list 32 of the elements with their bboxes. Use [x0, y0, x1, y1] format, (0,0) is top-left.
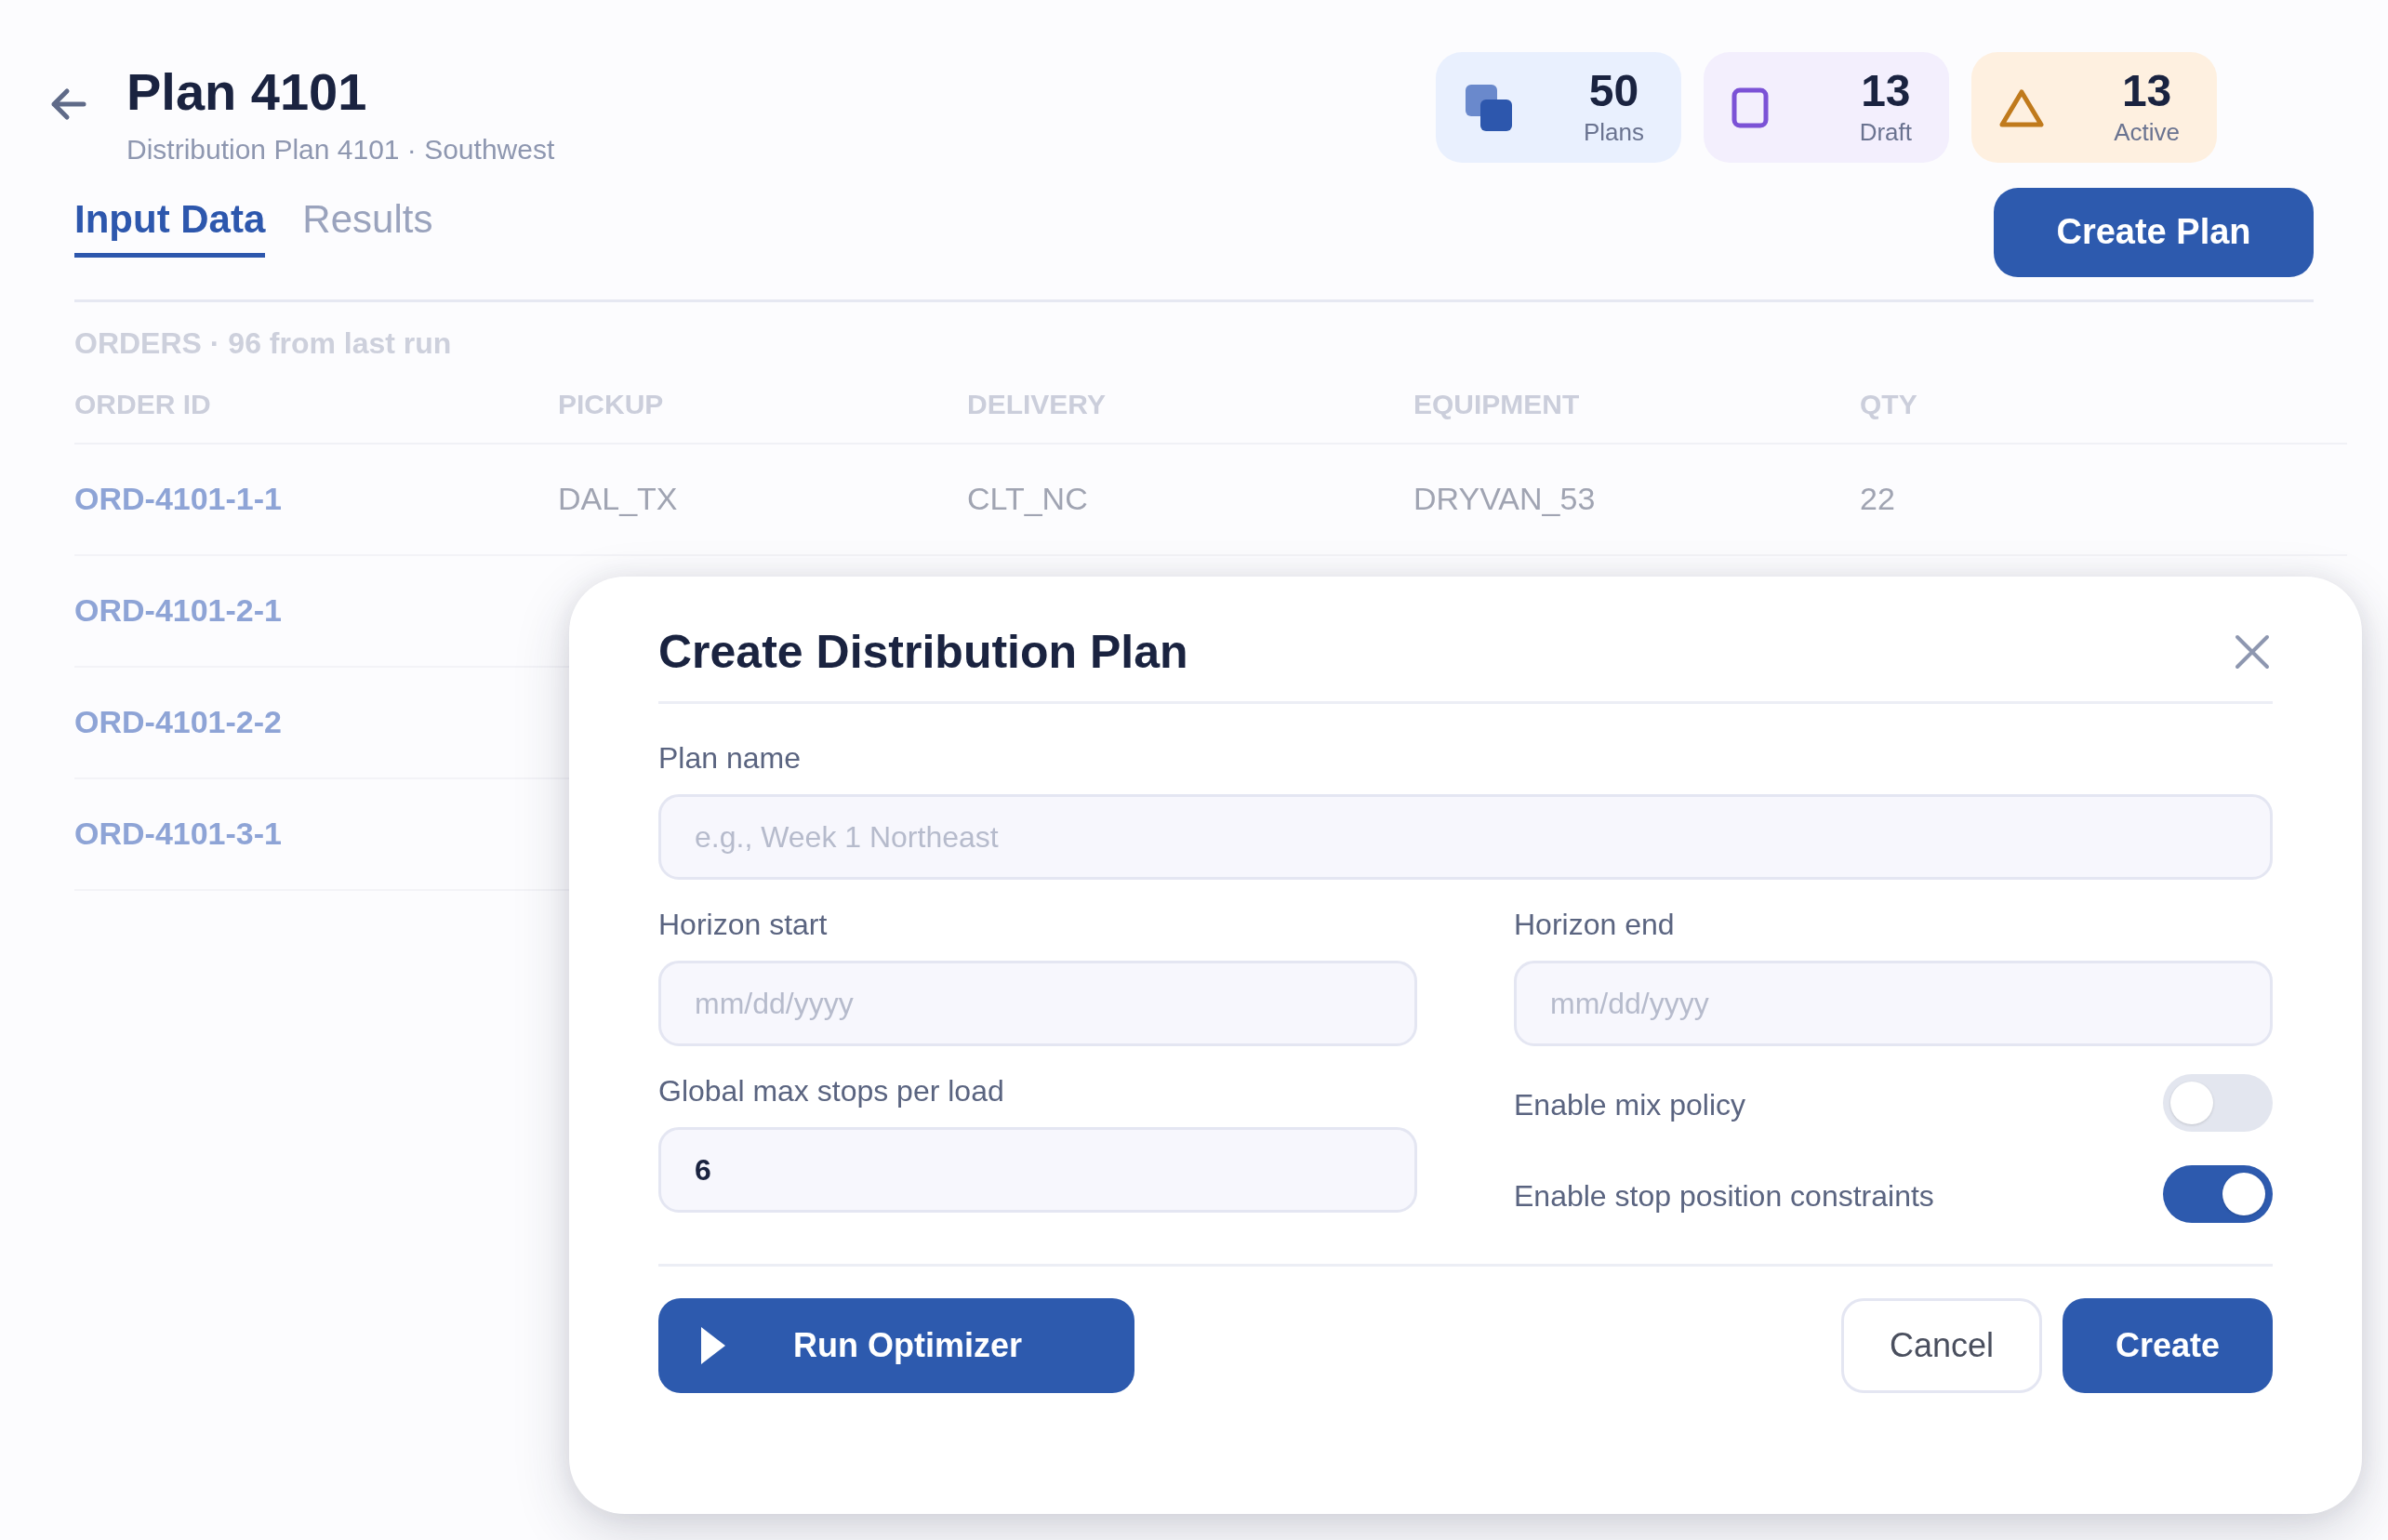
- table-cell: CLT_NC: [967, 481, 1088, 518]
- stat-label: Draft: [1859, 118, 1912, 148]
- field-label: Global max stops per load: [658, 1074, 1005, 1109]
- toggle-label: Enable stop position constraints: [1514, 1178, 1934, 1214]
- dialog-title: Create Distribution Plan: [658, 625, 1188, 679]
- input-field[interactable]: mm/dd/yyyy: [658, 961, 1417, 1046]
- stat-label: Plans: [1583, 118, 1644, 148]
- input-field[interactable]: 6: [658, 1127, 1417, 1213]
- table-cell: 22: [1860, 481, 1895, 518]
- field-label: Horizon end: [1514, 908, 1676, 942]
- input-field[interactable]: mm/dd/yyyy: [1514, 961, 2273, 1046]
- field-label: Horizon start: [658, 908, 829, 942]
- stat-value: 13: [1861, 67, 1911, 115]
- stacked-squares-icon: [1464, 82, 1514, 133]
- stat-label: Active: [2114, 118, 2180, 148]
- play-icon: [699, 1325, 727, 1366]
- toggle-label: Enable mix policy: [1514, 1087, 1745, 1122]
- page-title: Plan 4101: [126, 63, 368, 121]
- cancel-button[interactable]: Cancel: [1841, 1298, 2042, 1393]
- table-cell: DAL_TX: [558, 481, 678, 518]
- stat-value: 13: [2121, 67, 2172, 115]
- create-plan-button[interactable]: Create Plan: [1994, 187, 2314, 277]
- run-optimizer-button[interactable]: Run Optimizer: [658, 1298, 1134, 1393]
- stat-value: 50: [1588, 67, 1639, 115]
- page-subtitle: Distribution Plan 4101 · Southwest: [126, 133, 555, 166]
- triangle-icon: [1999, 87, 2044, 127]
- tab[interactable]: Input Data: [74, 196, 266, 258]
- input-field[interactable]: e.g., Week 1 Northeast: [658, 794, 2273, 880]
- field-label: Plan name: [658, 741, 802, 776]
- create-button[interactable]: Create: [2063, 1298, 2273, 1393]
- table-cell: DRYVAN_53: [1413, 481, 1596, 518]
- square-outline-icon: [1731, 86, 1769, 128]
